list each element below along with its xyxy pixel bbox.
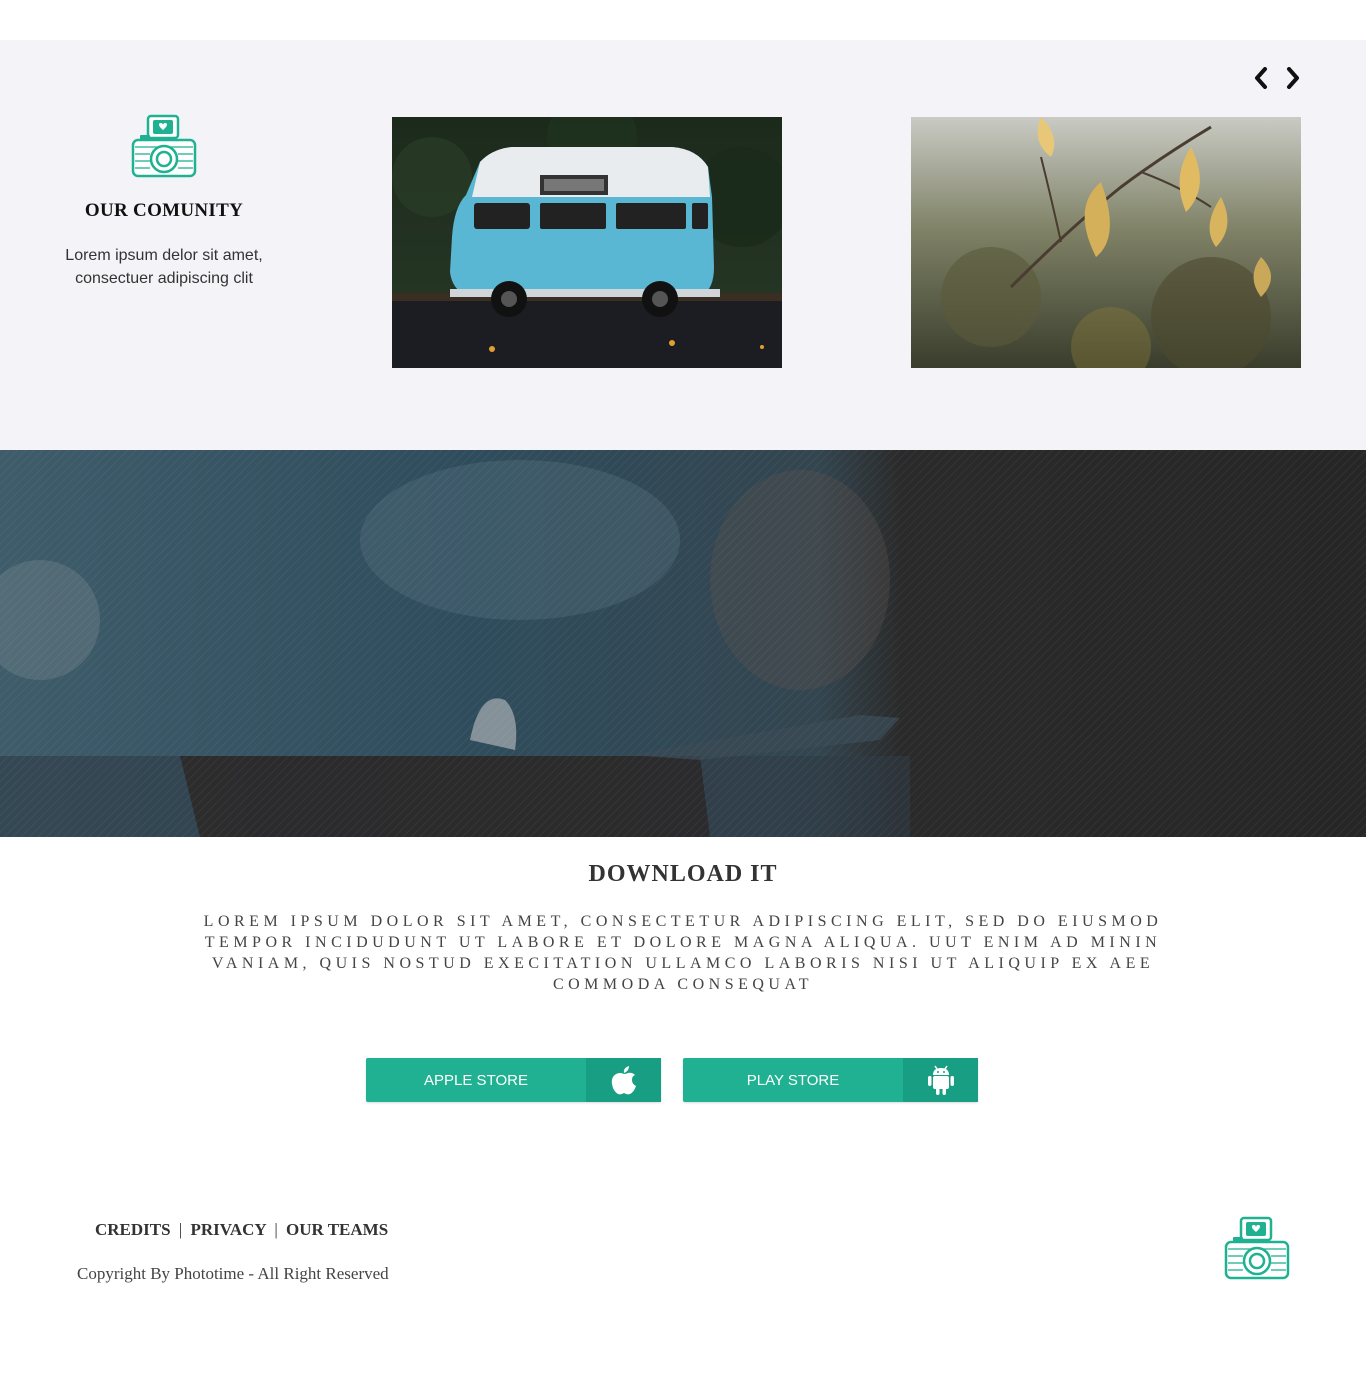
- community-text: Lorem ipsum delor sit amet, consectuer a…: [40, 244, 288, 290]
- camera-icon[interactable]: [1223, 1216, 1291, 1282]
- play-store-button[interactable]: PLAY STORE: [683, 1058, 978, 1102]
- camera-icon: [131, 114, 197, 178]
- android-icon-box: [903, 1058, 978, 1102]
- chevron-right-icon: [1287, 67, 1299, 89]
- slider-nav: [1250, 66, 1304, 90]
- play-store-label: PLAY STORE: [746, 1071, 840, 1089]
- slider-prev-button[interactable]: [1250, 66, 1272, 90]
- footer-links: CREDITS | PRIVACY | OUR TEAMS: [95, 1220, 388, 1240]
- slider-next-button[interactable]: [1282, 66, 1304, 90]
- chevron-left-icon: [1255, 67, 1267, 89]
- hero-background: [0, 450, 1366, 837]
- autumn-leaves-photo[interactable]: [911, 117, 1301, 368]
- apple-icon-box: [586, 1058, 661, 1102]
- apple-store-label: APPLE STORE: [424, 1071, 528, 1089]
- leaves-illustration: [911, 117, 1301, 368]
- community-text-line-2: consectuer adipiscing clit: [75, 270, 253, 287]
- apple-icon: [611, 1066, 636, 1095]
- android-icon: [927, 1065, 954, 1095]
- community-block: OUR COMUNITY Lorem ipsum delor sit amet,…: [40, 114, 288, 290]
- page: OUR COMUNITY Lorem ipsum delor sit amet,…: [0, 0, 1366, 1380]
- footer-separator: |: [274, 1220, 278, 1239]
- download-section: DOWNLOAD IT LOREM IPSUM DOLOR SIT AMET, …: [0, 837, 1366, 1137]
- copyright-text: Copyright By Phototime - All Right Reser…: [77, 1264, 389, 1283]
- van-illustration: [392, 117, 782, 368]
- community-text-line-1: Lorem ipsum delor sit amet,: [65, 247, 263, 264]
- footer: CREDITS | PRIVACY | OUR TEAMS Copyright …: [0, 1200, 1366, 1380]
- download-title: DOWNLOAD IT: [588, 861, 778, 887]
- footer-separator: |: [178, 1220, 183, 1239]
- hero-banner: [0, 450, 1366, 837]
- footer-link-privacy[interactable]: PRIVACY: [191, 1220, 267, 1239]
- blue-van-photo[interactable]: [392, 117, 782, 368]
- footer-link-credits[interactable]: CREDITS: [95, 1220, 171, 1239]
- community-title: OUR COMUNITY: [84, 200, 244, 221]
- download-text: LOREM IPSUM DOLOR SIT AMET, CONSECTETUR …: [203, 913, 1163, 993]
- community-section: OUR COMUNITY Lorem ipsum delor sit amet,…: [0, 40, 1366, 450]
- apple-store-button[interactable]: APPLE STORE: [366, 1058, 661, 1102]
- footer-link-our-teams[interactable]: OUR TEAMS: [286, 1220, 388, 1239]
